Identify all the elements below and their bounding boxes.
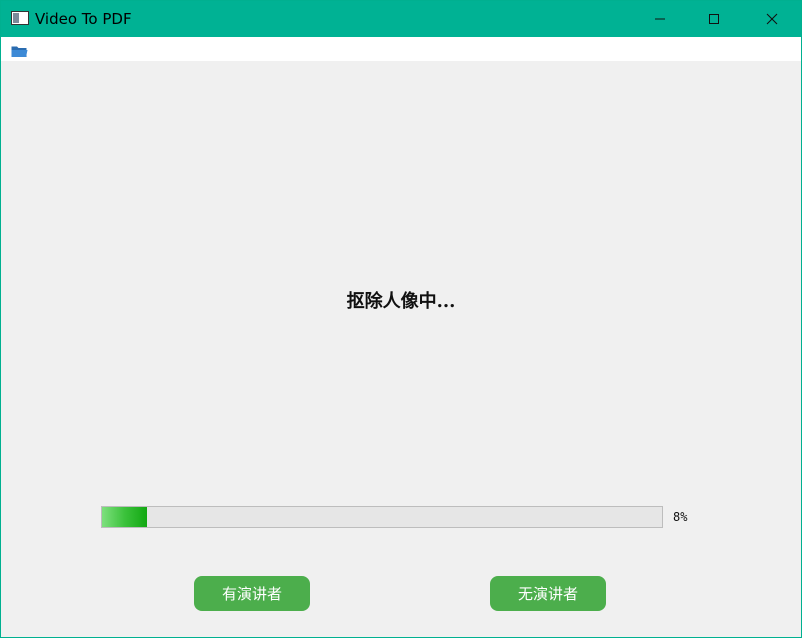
maximize-icon xyxy=(709,14,719,24)
title-bar[interactable]: Video To PDF xyxy=(1,1,801,37)
folder-open-icon xyxy=(11,46,28,57)
without-speaker-button[interactable]: 无演讲者 xyxy=(490,576,606,611)
close-button[interactable] xyxy=(749,1,795,37)
close-icon xyxy=(766,13,778,25)
progress-fill xyxy=(102,507,147,527)
maximize-button[interactable] xyxy=(691,1,737,37)
progress-percent: 8% xyxy=(673,510,688,524)
open-folder-button[interactable] xyxy=(11,43,28,62)
toolbar xyxy=(1,37,801,61)
app-window: Video To PDF 抠除人像中... 8% 有演讲者 无演讲者 xyxy=(0,0,802,638)
app-window-icon xyxy=(11,11,29,25)
progress-bar xyxy=(101,506,663,528)
minimize-icon xyxy=(655,18,665,20)
with-speaker-button[interactable]: 有演讲者 xyxy=(194,576,310,611)
status-message: 抠除人像中... xyxy=(346,291,456,312)
minimize-button[interactable] xyxy=(637,1,683,37)
window-title: Video To PDF xyxy=(35,10,132,28)
